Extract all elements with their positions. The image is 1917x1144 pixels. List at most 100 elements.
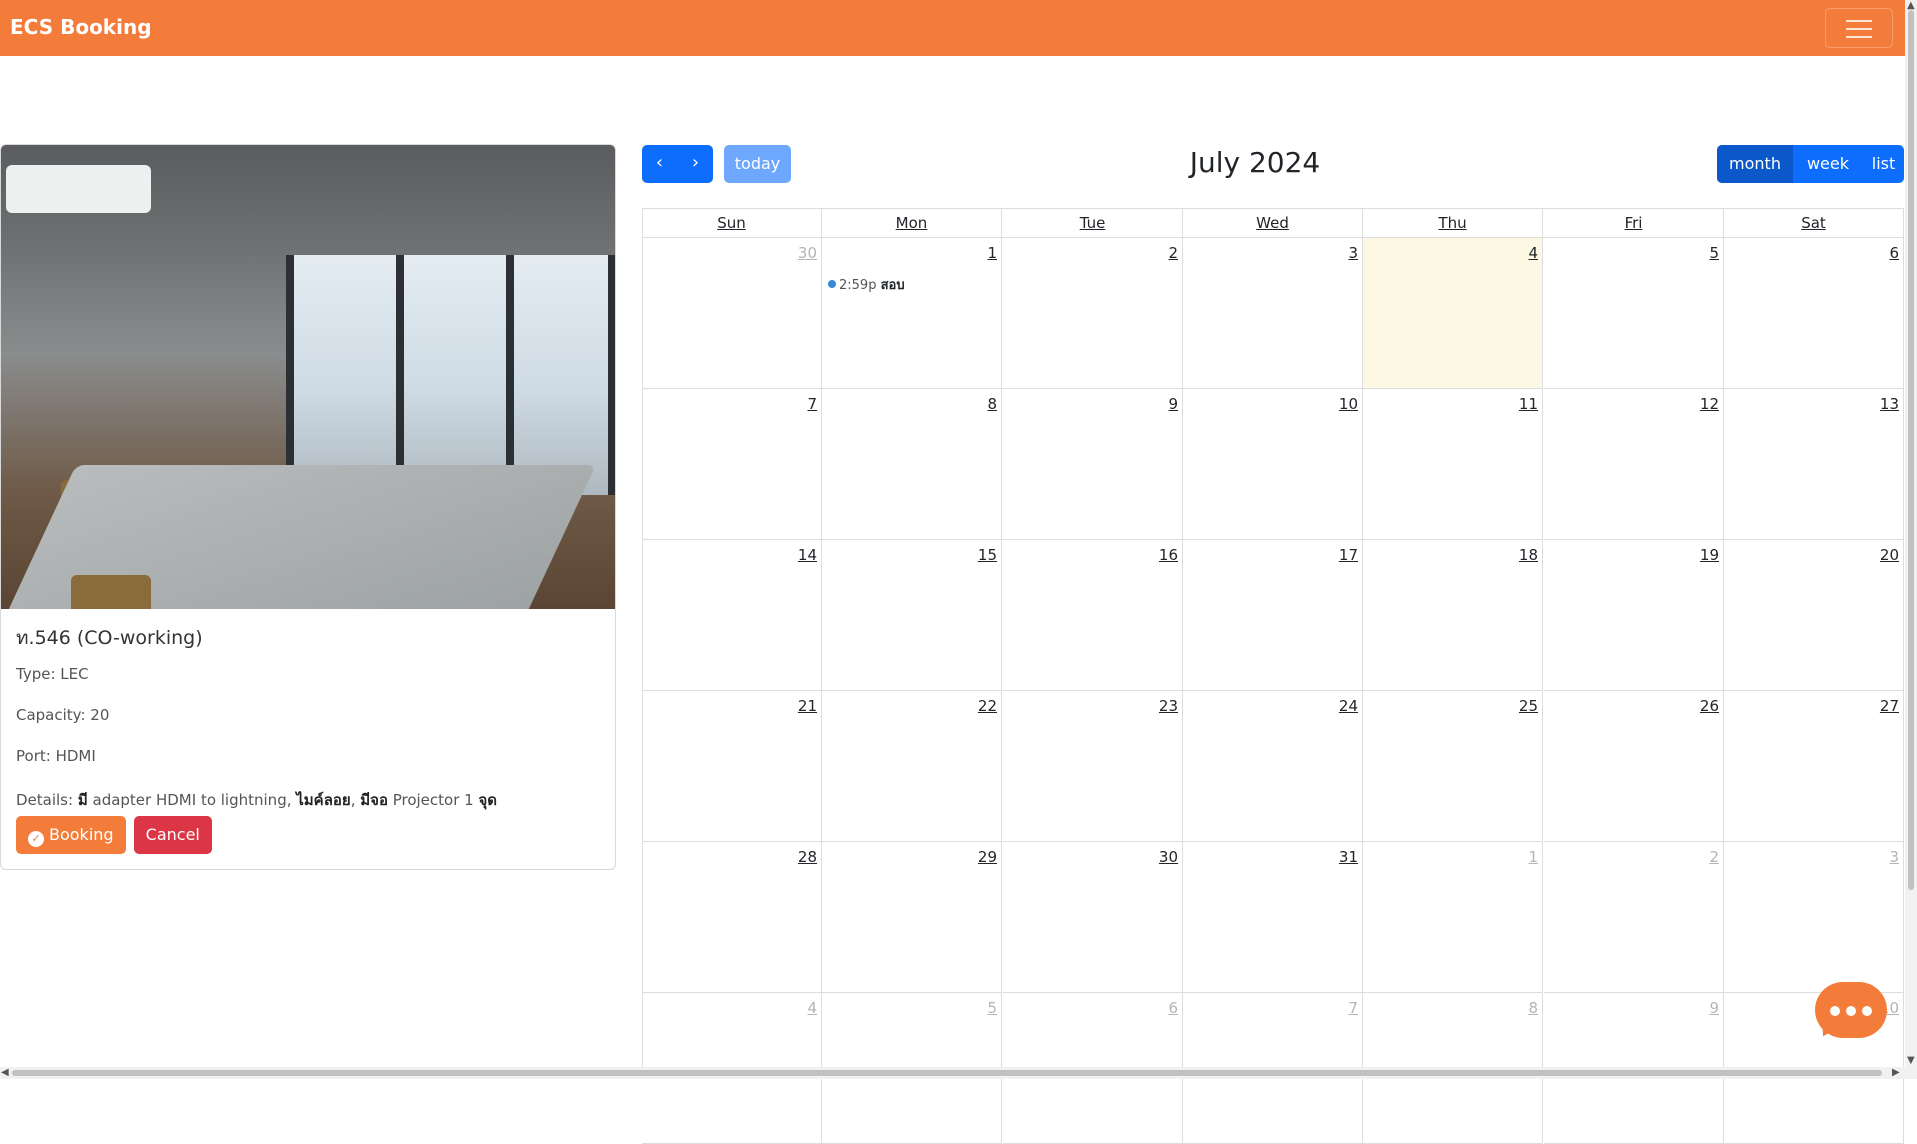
day-number[interactable]: 15 (978, 546, 997, 564)
weekday-wed: Wed (1183, 209, 1363, 238)
day-number[interactable]: 31 (1339, 848, 1358, 866)
day-number[interactable]: 14 (798, 546, 817, 564)
calendar-event[interactable]: 2:59p สอบ (828, 274, 905, 295)
today-button[interactable]: today (724, 145, 791, 183)
day-number[interactable]: 5 (987, 999, 997, 1017)
day-cell[interactable]: 15 (822, 540, 1002, 691)
day-cell[interactable]: 19 (1544, 540, 1724, 691)
air-conditioner (6, 165, 151, 213)
day-number[interactable]: 1 (1528, 848, 1538, 866)
day-number[interactable]: 6 (1168, 999, 1178, 1017)
booking-button[interactable]: ✓ Booking (16, 816, 126, 854)
day-cell[interactable]: 2 (1003, 238, 1183, 389)
day-cell[interactable]: 28 (642, 842, 822, 993)
prev-month-button[interactable]: ‹ (642, 145, 677, 183)
day-number[interactable]: 6 (1889, 244, 1899, 262)
day-number[interactable]: 9 (1168, 395, 1178, 413)
vertical-scrollbar[interactable]: ▲ ▼ (1905, 0, 1917, 1079)
day-cell[interactable]: 24 (1183, 691, 1363, 842)
day-number[interactable]: 10 (1339, 395, 1358, 413)
day-number[interactable]: 28 (798, 848, 817, 866)
day-number[interactable]: 13 (1880, 395, 1899, 413)
day-number[interactable]: 7 (1348, 999, 1358, 1017)
day-number[interactable]: 1 (987, 244, 997, 262)
day-cell[interactable]: 1 (1363, 842, 1543, 993)
day-number[interactable]: 5 (1709, 244, 1719, 262)
day-number[interactable]: 9 (1709, 999, 1719, 1017)
day-number[interactable]: 22 (978, 697, 997, 715)
day-cell[interactable]: 12 (1544, 389, 1724, 540)
day-cell[interactable]: 3 (1183, 238, 1363, 389)
day-number[interactable]: 20 (1880, 546, 1899, 564)
chat-button[interactable] (1815, 982, 1887, 1038)
day-cell[interactable]: 27 (1724, 691, 1904, 842)
day-cell[interactable]: 9 (1003, 389, 1183, 540)
day-cell[interactable]: 7 (642, 389, 822, 540)
day-cell[interactable]: 11 (1363, 389, 1543, 540)
day-number[interactable]: 30 (1159, 848, 1178, 866)
day-number[interactable]: 4 (1528, 244, 1538, 262)
next-month-button[interactable]: › (678, 145, 713, 183)
day-number[interactable]: 4 (807, 999, 817, 1017)
day-number[interactable]: 23 (1159, 697, 1178, 715)
day-cell[interactable]: 22 (822, 691, 1002, 842)
day-number[interactable]: 18 (1519, 546, 1538, 564)
day-cell[interactable]: 20 (1724, 540, 1904, 691)
cancel-button[interactable]: Cancel (133, 816, 212, 854)
scroll-down-icon[interactable]: ▼ (1907, 1055, 1915, 1067)
day-cell[interactable]: 21 (642, 691, 822, 842)
day-cell[interactable]: 14 (642, 540, 822, 691)
view-switcher: month week list (1717, 145, 1904, 183)
day-cell[interactable]: 2 (1544, 842, 1724, 993)
day-cell[interactable]: 3 (1724, 842, 1904, 993)
day-number[interactable]: 27 (1880, 697, 1899, 715)
day-number[interactable]: 16 (1159, 546, 1178, 564)
day-number[interactable]: 30 (798, 244, 817, 262)
day-cell[interactable]: 5 (1544, 238, 1724, 389)
day-number[interactable]: 7 (807, 395, 817, 413)
day-number[interactable]: 17 (1339, 546, 1358, 564)
day-number[interactable]: 3 (1889, 848, 1899, 866)
day-cell[interactable]: 17 (1183, 540, 1363, 691)
day-cell[interactable]: 4 (1363, 238, 1543, 389)
day-number[interactable]: 21 (798, 697, 817, 715)
day-number[interactable]: 29 (978, 848, 997, 866)
day-cell[interactable]: 13 (1724, 389, 1904, 540)
day-cell[interactable]: 23 (1003, 691, 1183, 842)
day-number[interactable]: 25 (1519, 697, 1538, 715)
hamburger-menu-button[interactable] (1825, 8, 1893, 48)
horizontal-scrollbar[interactable]: ◀ ▶ (0, 1067, 1905, 1079)
scroll-left-icon[interactable]: ◀ (1, 1067, 9, 1079)
day-number[interactable]: 8 (1528, 999, 1538, 1017)
day-number[interactable]: 12 (1700, 395, 1719, 413)
day-cell[interactable]: 1 2:59p สอบ (822, 238, 1002, 389)
day-number[interactable]: 2 (1709, 848, 1719, 866)
day-cell[interactable]: 29 (822, 842, 1002, 993)
weekday-tue: Tue (1003, 209, 1183, 238)
day-number[interactable]: 2 (1168, 244, 1178, 262)
day-cell[interactable]: 30 (1003, 842, 1183, 993)
event-time: 2:59p (839, 278, 881, 293)
day-cell[interactable]: 26 (1544, 691, 1724, 842)
day-cell[interactable]: 31 (1183, 842, 1363, 993)
scroll-right-icon[interactable]: ▶ (1892, 1067, 1900, 1079)
day-cell[interactable]: 6 (1724, 238, 1904, 389)
weekday-thu: Thu (1363, 209, 1543, 238)
day-number[interactable]: 19 (1700, 546, 1719, 564)
day-number[interactable]: 11 (1519, 395, 1538, 413)
day-cell[interactable]: 8 (822, 389, 1002, 540)
day-number[interactable]: 26 (1700, 697, 1719, 715)
day-cell[interactable]: 10 (1183, 389, 1363, 540)
view-list-button[interactable]: list (1863, 145, 1904, 183)
brand-title[interactable]: ECS Booking (10, 15, 152, 39)
chevron-left-icon: ‹ (655, 152, 664, 173)
view-month-button[interactable]: month (1717, 145, 1793, 183)
day-number[interactable]: 8 (987, 395, 997, 413)
day-number[interactable]: 24 (1339, 697, 1358, 715)
day-cell[interactable]: 30 (642, 238, 822, 389)
day-cell[interactable]: 25 (1363, 691, 1543, 842)
view-week-button[interactable]: week (1793, 145, 1863, 183)
day-cell[interactable]: 16 (1003, 540, 1183, 691)
day-number[interactable]: 3 (1348, 244, 1358, 262)
day-cell[interactable]: 18 (1363, 540, 1543, 691)
